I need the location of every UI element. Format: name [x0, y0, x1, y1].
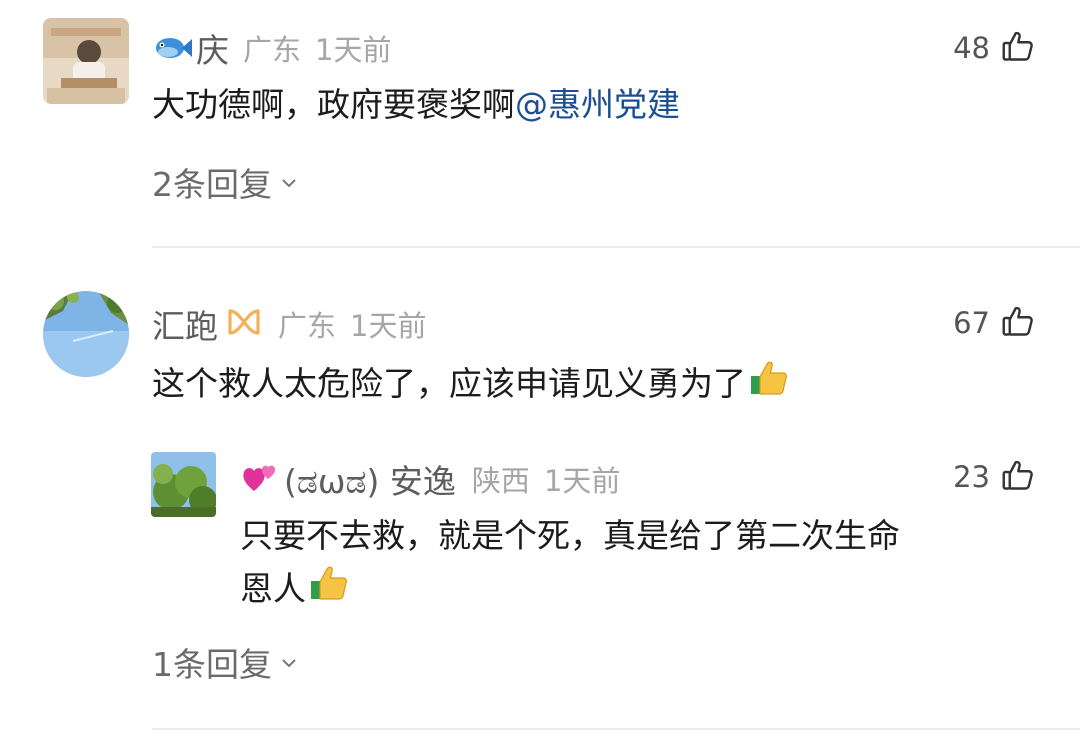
location: 广东: [278, 309, 337, 343]
username[interactable]: 汇跑: [152, 300, 218, 348]
like-button[interactable]: 23: [953, 457, 1036, 497]
divider: [152, 728, 1080, 730]
avatar[interactable]: [43, 18, 129, 104]
avatar[interactable]: [151, 452, 216, 517]
thumbs-up-emoji: [748, 356, 790, 412]
fish-emoji: [152, 30, 194, 66]
username[interactable]: 庆: [196, 24, 229, 72]
like-button[interactable]: 48: [953, 28, 1036, 68]
location: 广东: [243, 33, 302, 67]
divider: [152, 246, 1080, 248]
username[interactable]: (ಡωಡ) 安逸: [284, 455, 456, 503]
reply-count-label: 2条回复: [152, 165, 272, 204]
comment-text: 这个救人太危险了，应该申请见义勇为了: [152, 356, 790, 412]
timestamp: 1天前: [543, 464, 621, 498]
two-hearts-emoji: [240, 459, 280, 499]
thumbs-up-icon: [1000, 457, 1036, 497]
comment-text: 大功德啊，政府要褒奖啊@惠州党建: [152, 85, 680, 124]
view-replies-button[interactable]: 2条回复: [152, 158, 300, 206]
view-replies-button[interactable]: 1条回复: [152, 638, 300, 686]
like-button[interactable]: 67: [953, 303, 1036, 343]
reply-count-label: 1条回复: [152, 645, 272, 684]
thumbs-up-emoji: [308, 561, 350, 617]
chevron-down-icon: [278, 643, 300, 682]
thumbs-up-icon: [1000, 28, 1036, 68]
location: 陕西: [471, 464, 530, 498]
like-count: 23: [953, 460, 990, 494]
timestamp: 1天前: [315, 33, 392, 67]
like-count: 67: [953, 306, 990, 340]
timestamp: 1天前: [350, 309, 427, 343]
avatar[interactable]: [43, 291, 129, 377]
thumbs-up-icon: [1000, 303, 1036, 343]
infinity-badge-icon: [226, 307, 262, 341]
mention-link[interactable]: @惠州党建: [515, 85, 680, 124]
chevron-down-icon: [278, 163, 300, 202]
reply-text: 只要不去救，就是个死，真是给了第二次生命 恩人: [240, 511, 900, 617]
like-count: 48: [953, 31, 990, 65]
